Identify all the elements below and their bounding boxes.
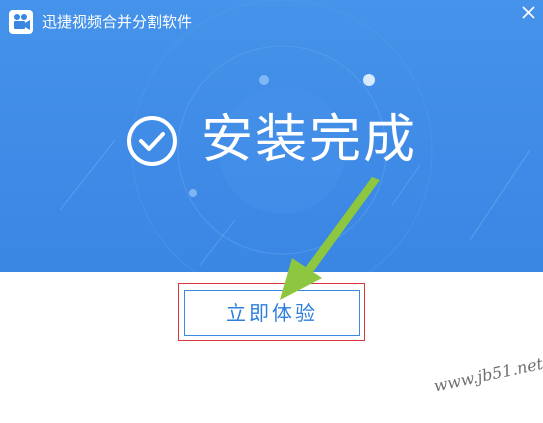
window-title: 迅捷视频合并分割软件	[42, 13, 193, 31]
close-button[interactable]	[514, 0, 543, 26]
title-bar[interactable]: 迅捷视频合并分割软件	[0, 0, 543, 44]
film-camera-icon	[9, 10, 33, 34]
close-icon	[522, 6, 535, 19]
checkmark-circle-icon	[127, 116, 177, 166]
installer-window: 迅捷视频合并分割软件 安装完成 立即体验 www.jb51.net	[0, 0, 543, 423]
completion-banner: 迅捷视频合并分割软件 安装完成	[0, 0, 543, 272]
install-complete-text: 安装完成	[201, 110, 418, 170]
try-now-button[interactable]: 立即体验	[184, 290, 360, 336]
